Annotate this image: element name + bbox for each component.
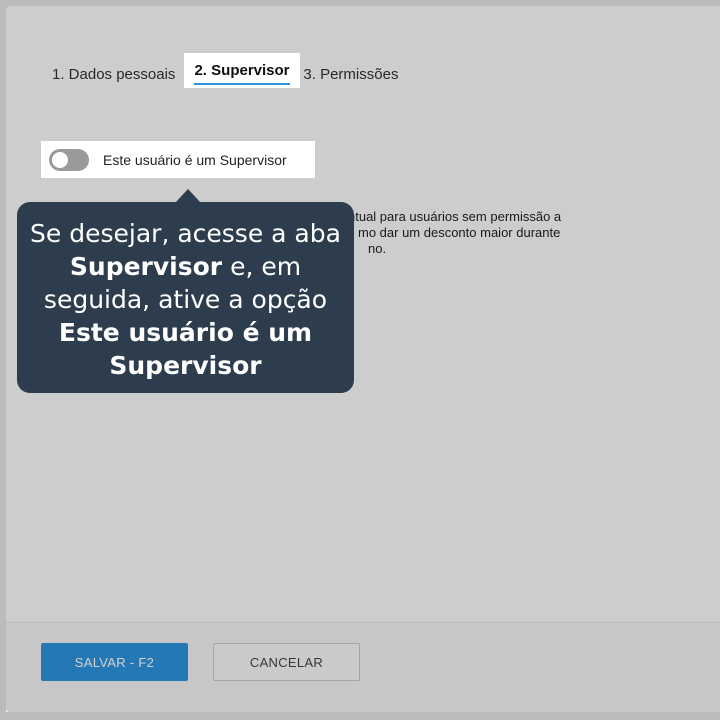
supervisor-toggle-label: Este usuário é um Supervisor — [103, 151, 287, 168]
tooltip-bold-1: Supervisor — [69, 252, 223, 281]
tab-dados-pessoais[interactable]: 1. Dados pessoais — [46, 58, 181, 94]
cancel-button[interactable]: CANCELAR — [213, 643, 360, 681]
supervisor-toggle[interactable] — [49, 148, 89, 171]
tab-supervisor-label: 2. Supervisor — [194, 62, 290, 79]
toggle-knob — [52, 151, 68, 168]
tutorial-tooltip: Se desejar, acesse a aba Supervisor e, e… — [17, 189, 354, 393]
save-button[interactable]: SALVAR - F2 — [41, 643, 188, 681]
tab-permissoes[interactable]: 3. Permissões — [297, 58, 404, 94]
dialog-footer: SALVAR - F2 CANCELAR — [6, 622, 720, 712]
tooltip-text-1: Se desejar, acesse a aba — [30, 219, 341, 248]
supervisor-toggle-row: Este usuário é um Supervisor — [41, 141, 315, 178]
tooltip-bold-2: Este usuário é um Supervisor — [58, 318, 313, 380]
tab-supervisor[interactable]: 2. Supervisor — [184, 53, 300, 88]
active-tab-indicator — [194, 83, 290, 85]
